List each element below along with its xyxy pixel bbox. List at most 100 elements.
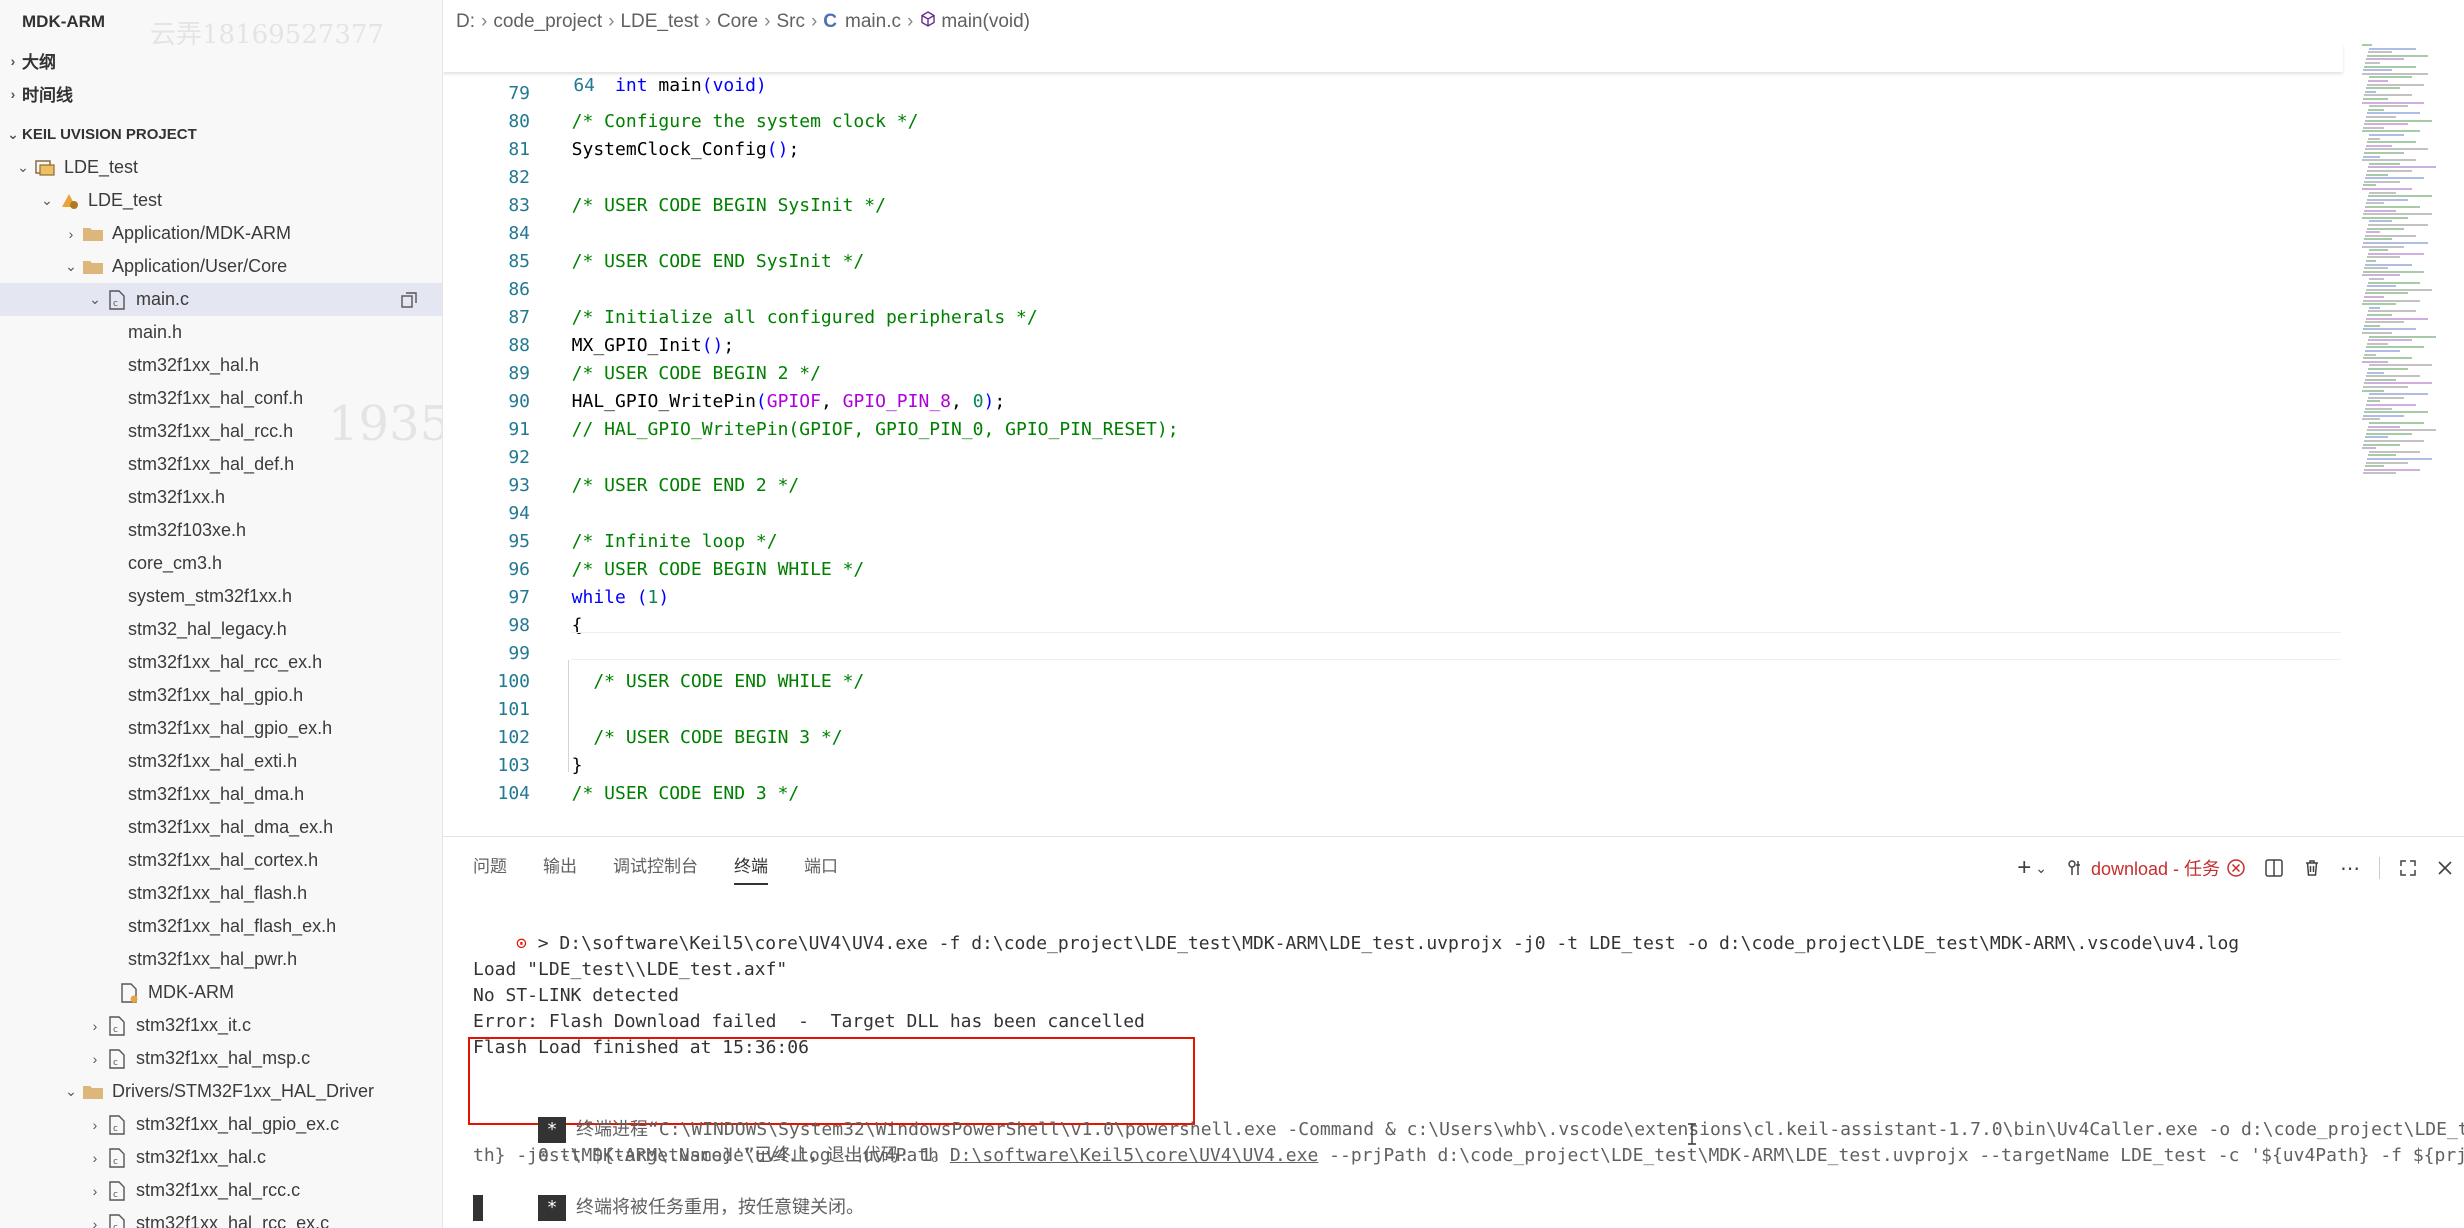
section-keil-project[interactable]: ⌄ KEIL UVISION PROJECT <box>0 118 442 151</box>
tree-item[interactable]: stm32f1xx_hal_cortex.h <box>0 844 442 877</box>
sticky-scroll-header[interactable]: 64 int main(void) <box>443 44 2343 96</box>
breadcrumb-item[interactable]: LDE_test <box>620 11 698 33</box>
tree-item[interactable]: stm32f1xx_hal_flash.h <box>0 877 442 910</box>
chevron-right-icon[interactable]: › <box>86 1150 104 1166</box>
task-label[interactable]: download - 任务 <box>2091 855 2220 881</box>
tree-item[interactable]: stm32f1xx_hal_gpio_ex.h <box>0 712 442 745</box>
tree-item[interactable]: stm32f1xx_hal_conf.h <box>0 382 442 415</box>
tree-item[interactable]: core_cm3.h <box>0 547 442 580</box>
tree-item[interactable]: › c stm32f1xx_hal_rcc.c <box>0 1174 442 1207</box>
minimap-line <box>2369 306 2380 309</box>
tree-item[interactable]: stm32f1xx_hal_def.h <box>0 448 442 481</box>
tree-item[interactable]: › c stm32f1xx_hal_rcc_ex.c <box>0 1207 442 1228</box>
tree-item[interactable]: stm32_hal_legacy.h <box>0 613 442 646</box>
tree-item[interactable]: › c stm32f1xx_it.c <box>0 1009 442 1042</box>
tree-item[interactable]: stm32f1xx_hal_rcc_ex.h <box>0 646 442 679</box>
tree-item[interactable]: stm32f1xx.h <box>0 481 442 514</box>
chevron-down-icon[interactable]: ⌄ <box>2035 860 2047 877</box>
chevron-down-icon[interactable]: ⌄ <box>62 258 80 275</box>
tree-item[interactable]: stm32f1xx_hal_rcc.h <box>0 415 442 448</box>
code-line[interactable]: 90 HAL_GPIO_WritePin(GPIOF, GPIO_PIN_8, … <box>443 388 2343 416</box>
tab-debug-console[interactable]: 调试控制台 <box>613 845 698 889</box>
tree-item[interactable]: MDK-ARM <box>0 976 442 1009</box>
tree-item[interactable]: stm32f1xx_hal_pwr.h <box>0 943 442 976</box>
chevron-right-icon[interactable]: › <box>86 1051 104 1067</box>
section-timeline[interactable]: › 时间线 <box>0 77 442 110</box>
section-outline[interactable]: › 大纲 <box>0 44 442 77</box>
minimap[interactable] <box>2352 44 2464 836</box>
chevron-right-icon[interactable]: › <box>62 226 80 242</box>
tab-problems[interactable]: 问题 <box>473 845 507 889</box>
close-icon[interactable] <box>2436 859 2454 877</box>
code-line[interactable]: 81 SystemClock_Config(); <box>443 136 2343 164</box>
tree-item[interactable]: stm32f1xx_hal_exti.h <box>0 745 442 778</box>
terminal-link[interactable]: D:\software\Keil5\core\UV4\UV4.exe <box>950 1145 1318 1166</box>
code-line[interactable]: 104 /* USER CODE END 3 */ <box>443 780 2343 808</box>
code-line[interactable]: 91 // HAL_GPIO_WritePin(GPIOF, GPIO_PIN_… <box>443 416 2343 444</box>
tree-item[interactable]: stm32f1xx_hal_flash_ex.h <box>0 910 442 943</box>
tree-item[interactable]: ⌄ Drivers/STM32F1xx_HAL_Driver <box>0 1075 442 1108</box>
chevron-down-icon[interactable]: ⌄ <box>14 159 32 176</box>
code-line[interactable]: 82 <box>443 164 2343 192</box>
code-line[interactable]: 94 <box>443 500 2343 528</box>
code-line[interactable]: 84 <box>443 220 2343 248</box>
breadcrumb-item[interactable]: Core <box>717 11 758 33</box>
code-line[interactable]: 93 /* USER CODE END 2 */ <box>443 472 2343 500</box>
chevron-right-icon[interactable]: › <box>86 1018 104 1034</box>
tab-output[interactable]: 输出 <box>543 845 577 889</box>
tree-item[interactable]: ⌄ Application/User/Core <box>0 250 442 283</box>
section-mdk-arm[interactable]: MDK-ARM <box>0 0 442 44</box>
terminal-output[interactable]: ⊙ > D:\software\Keil5\core\UV4\UV4.exe -… <box>443 897 2464 1228</box>
code-line[interactable]: 100 /* USER CODE END WHILE */ <box>443 668 2343 696</box>
tree-item[interactable]: › Application/MDK-ARM <box>0 217 442 250</box>
chevron-down-icon[interactable]: ⌄ <box>86 291 104 308</box>
tree-item[interactable]: › c stm32f1xx_hal_gpio_ex.c <box>0 1108 442 1141</box>
split-terminal-icon[interactable] <box>2264 858 2284 878</box>
tree-item[interactable]: ⌄ LDE_test <box>0 184 442 217</box>
tab-ports[interactable]: 端口 <box>804 845 838 889</box>
tree-item[interactable]: system_stm32f1xx.h <box>0 580 442 613</box>
breadcrumb-item[interactable]: main(void) <box>941 11 1030 33</box>
breadcrumb-item[interactable]: code_project <box>493 11 602 33</box>
chevron-right-icon[interactable]: › <box>86 1117 104 1133</box>
breadcrumb-item[interactable]: Src <box>776 11 805 33</box>
breadcrumb-item[interactable]: main.c <box>845 11 901 33</box>
code-line[interactable]: 103 } <box>443 752 2343 780</box>
tree-item[interactable]: › c stm32f1xx_hal.c <box>0 1141 442 1174</box>
code-line[interactable]: 89 /* USER CODE BEGIN 2 */ <box>443 360 2343 388</box>
tree-item[interactable]: stm32f1xx_hal_gpio.h <box>0 679 442 712</box>
code-line[interactable]: 101 <box>443 696 2343 724</box>
more-actions-icon[interactable]: ⋯ <box>2340 856 2361 881</box>
code-line[interactable]: 97 while (1) <box>443 584 2343 612</box>
chevron-down-icon[interactable]: ⌄ <box>38 192 56 209</box>
maximize-panel-icon[interactable] <box>2398 858 2418 878</box>
tree-item[interactable]: ⌄ c main.c <box>0 283 442 316</box>
code-line[interactable]: 95 /* Infinite loop */ <box>443 528 2343 556</box>
chevron-right-icon[interactable]: › <box>86 1183 104 1199</box>
code-line[interactable]: 80 /* Configure the system clock */ <box>443 108 2343 136</box>
tab-terminal[interactable]: 终端 <box>734 845 768 889</box>
code-line[interactable]: 87 /* Initialize all configured peripher… <box>443 304 2343 332</box>
tree-item[interactable]: ⌄ LDE_test <box>0 151 442 184</box>
tree-item[interactable]: stm32f103xe.h <box>0 514 442 547</box>
tree-item[interactable]: stm32f1xx_hal.h <box>0 349 442 382</box>
code-line[interactable]: 85 /* USER CODE END SysInit */ <box>443 248 2343 276</box>
code-line[interactable]: 88 MX_GPIO_Init(); <box>443 332 2343 360</box>
tree-item[interactable]: › c stm32f1xx_hal_msp.c <box>0 1042 442 1075</box>
code-line[interactable]: 86 <box>443 276 2343 304</box>
new-terminal-button[interactable]: + <box>2017 854 2031 882</box>
open-to-side-icon[interactable] <box>400 291 418 309</box>
code-line[interactable]: 92 <box>443 444 2343 472</box>
chevron-down-icon[interactable]: ⌄ <box>62 1083 80 1100</box>
breadcrumb-item[interactable]: D: <box>456 11 475 33</box>
code-line[interactable]: 83 /* USER CODE BEGIN SysInit */ <box>443 192 2343 220</box>
tree-item[interactable]: stm32f1xx_hal_dma_ex.h <box>0 811 442 844</box>
tree-item[interactable]: stm32f1xx_hal_dma.h <box>0 778 442 811</box>
tree-item[interactable]: main.h <box>0 316 442 349</box>
code-line[interactable]: 96 /* USER CODE BEGIN WHILE */ <box>443 556 2343 584</box>
trash-icon[interactable] <box>2302 858 2322 878</box>
code-editor[interactable]: 64int main(void) 78 /* USER CODE END Ini… <box>443 44 2464 836</box>
project-icon <box>32 158 58 178</box>
chevron-right-icon[interactable]: › <box>86 1216 104 1228</box>
code-line[interactable]: 102 /* USER CODE BEGIN 3 */ <box>443 724 2343 752</box>
